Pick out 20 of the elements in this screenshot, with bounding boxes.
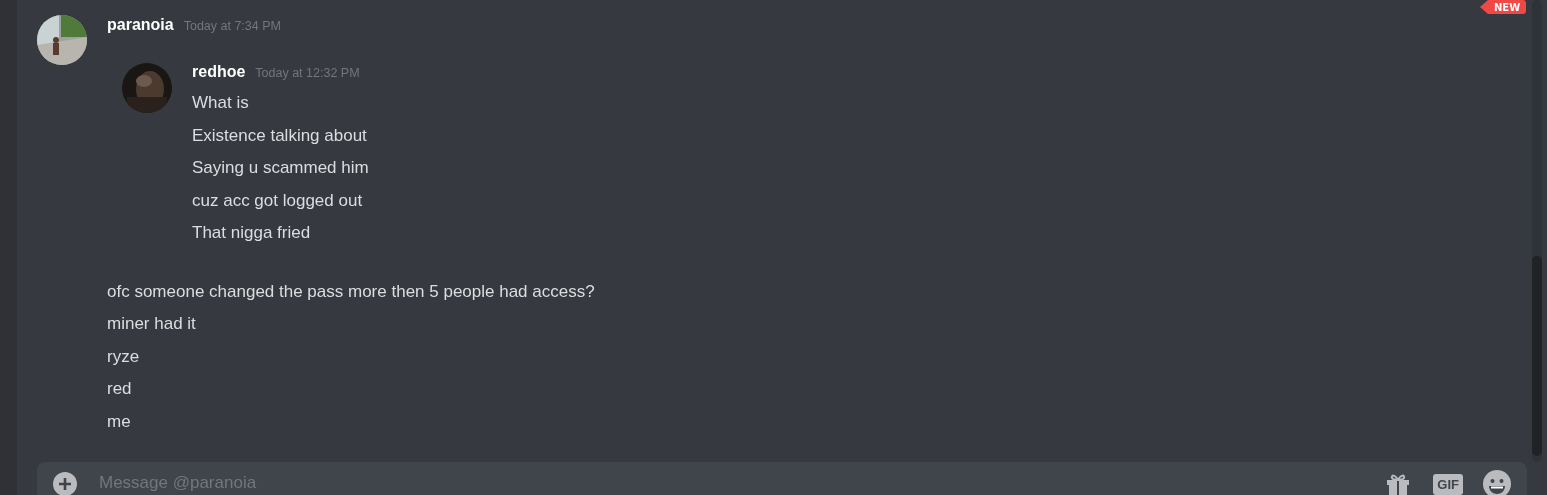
message-text: ryze <box>107 345 141 368</box>
gift-icon[interactable] <box>1385 472 1412 495</box>
message-text: What is <box>192 92 250 114</box>
message-text: Saying u scammed him <box>192 157 369 179</box>
message-text: red <box>107 378 133 400</box>
message-text: me <box>107 410 132 433</box>
author-name[interactable]: redhoe <box>192 63 246 81</box>
scrollbar-thumb[interactable] <box>1532 256 1542 456</box>
timestamp: Today at 7:34 PM <box>183 19 281 33</box>
message-text: Existence talking about <box>192 124 368 147</box>
message-text: cuz acc got logged out <box>192 189 364 212</box>
message-text: miner had it <box>107 313 197 335</box>
gif-button[interactable]: GIF <box>1433 473 1463 495</box>
message-text: That nigga fried <box>192 222 312 244</box>
author-name[interactable]: paranoia <box>107 16 174 34</box>
plus-icon[interactable] <box>53 472 77 495</box>
timestamp: Today at 12:32 PM <box>255 66 360 80</box>
smiley-icon[interactable] <box>1483 470 1511 495</box>
message-text: ofc someone changed the pass more then 5 people had access? <box>107 280 595 303</box>
new-badge: NEW <box>1480 0 1527 14</box>
